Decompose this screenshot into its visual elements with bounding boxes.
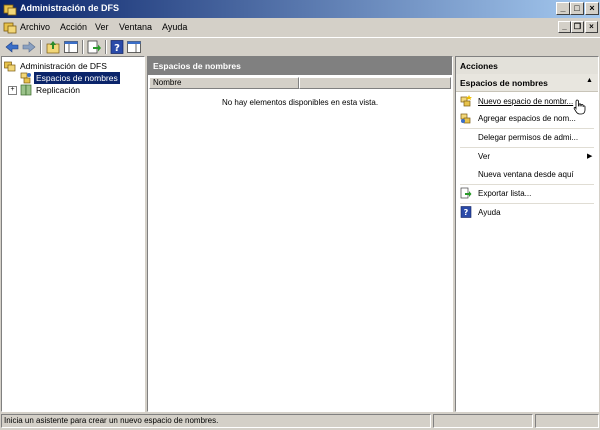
status-text: Inicia un asistente para crear un nuevo … <box>1 414 431 428</box>
mdi-close-button[interactable]: × <box>585 21 598 33</box>
column-header-nombre[interactable]: Nombre <box>149 77 299 89</box>
actions-pane: Acciones Espacios de nombres ▲ Nuevo esp… <box>455 56 599 412</box>
tree-item-label: Replicación <box>36 85 80 95</box>
toolbar-separator <box>105 40 107 54</box>
dfs-app-icon <box>3 4 17 16</box>
tree-root[interactable]: Administración de DFS <box>4 60 144 72</box>
tree-root-label: Administración de DFS <box>20 61 107 71</box>
results-pane-header: Espacios de nombres <box>148 57 452 75</box>
mdi-minimize-button[interactable]: _ <box>558 21 571 33</box>
status-panel-3 <box>535 414 599 428</box>
expand-plus-icon[interactable]: + <box>8 86 17 95</box>
console-menu-icon[interactable] <box>3 20 17 34</box>
actions-pane-header: Acciones <box>456 57 598 75</box>
actions-title: Acciones <box>460 61 498 71</box>
show-hide-action-pane-icon[interactable] <box>126 39 142 55</box>
results-pane-title: Espacios de nombres <box>153 61 241 71</box>
menu-ver[interactable]: Ver <box>95 22 109 32</box>
show-hide-tree-icon[interactable] <box>63 39 79 55</box>
action-label: Nueva ventana desde aquí <box>478 170 574 179</box>
replication-icon <box>20 84 32 96</box>
action-agregar-espacios-de-nombres[interactable]: Agregar espacios de nom... <box>456 110 598 127</box>
action-ayuda[interactable]: ? Ayuda <box>456 204 598 221</box>
toolbar: ? <box>0 37 600 56</box>
menu-archivo[interactable]: Archivo <box>20 22 50 32</box>
empty-view-message: No hay elementos disponibles en esta vis… <box>221 98 379 107</box>
tree-item-espacios-de-nombres[interactable]: Espacios de nombres <box>4 72 144 84</box>
collapse-up-icon[interactable]: ▲ <box>586 77 593 84</box>
action-label: Delegar permisos de admi... <box>478 133 579 142</box>
results-pane: Espacios de nombres Nombre No hay elemen… <box>147 56 453 412</box>
action-nuevo-espacio-de-nombres[interactable]: Nuevo espacio de nombr... <box>456 93 598 115</box>
action-delegar-permisos[interactable]: Delegar permisos de admi... <box>456 129 598 146</box>
export-list-icon[interactable] <box>86 39 102 55</box>
namespace-icon <box>20 72 31 84</box>
action-ver[interactable]: Ver ▶ <box>456 148 598 165</box>
action-nueva-ventana[interactable]: Nueva ventana desde aquí <box>456 166 598 183</box>
back-arrow-icon[interactable] <box>4 39 20 55</box>
up-folder-icon[interactable] <box>45 39 61 55</box>
column-header-blank[interactable] <box>299 77 451 89</box>
action-label: Agregar espacios de nom... <box>478 114 576 123</box>
action-label: Ayuda <box>478 208 501 217</box>
help-icon[interactable]: ? <box>109 39 125 55</box>
menu-ayuda[interactable]: Ayuda <box>162 22 187 32</box>
add-namespace-icon <box>460 113 471 124</box>
actions-section-title: Espacios de nombres <box>460 78 548 88</box>
status-bar: Inicia un asistente para crear un nuevo … <box>0 413 600 430</box>
menu-accion[interactable]: Acción <box>60 22 87 32</box>
action-label: Ver <box>478 152 491 161</box>
close-button[interactable]: × <box>585 2 599 15</box>
export-icon <box>460 187 472 199</box>
maximize-button[interactable]: □ <box>570 2 584 15</box>
window-title: Administración de DFS <box>20 3 120 13</box>
action-label: Exportar lista... <box>478 189 532 198</box>
status-panel-2 <box>433 414 533 428</box>
menu-ventana[interactable]: Ventana <box>119 22 152 32</box>
tree-item-replicacion[interactable]: + Replicación <box>4 84 144 96</box>
action-exportar-lista[interactable]: Exportar lista... <box>456 185 598 202</box>
toolbar-separator <box>82 40 84 54</box>
menu-bar: Archivo Acción Ver Ventana Ayuda _ ❐ × <box>0 18 600 36</box>
submenu-arrow-icon: ▶ <box>587 153 593 160</box>
dfs-management-icon <box>4 61 16 72</box>
title-bar: Administración de DFS _ □ × <box>0 0 600 18</box>
action-label: Nuevo espacio de nombr... <box>478 97 574 106</box>
tree-item-label: Espacios de nombres <box>34 72 120 84</box>
toolbar-separator <box>40 40 42 54</box>
svg-text:?: ? <box>114 43 120 54</box>
help-icon: ? <box>460 206 472 218</box>
forward-arrow-icon[interactable] <box>21 39 37 55</box>
new-namespace-icon <box>460 95 472 107</box>
actions-section-header[interactable]: Espacios de nombres ▲ <box>456 74 598 92</box>
mdi-restore-button[interactable]: ❐ <box>571 21 584 33</box>
svg-text:?: ? <box>464 208 469 217</box>
minimize-button[interactable]: _ <box>556 2 570 15</box>
console-tree-pane: Administración de DFS Espacios de nombre… <box>1 56 145 412</box>
